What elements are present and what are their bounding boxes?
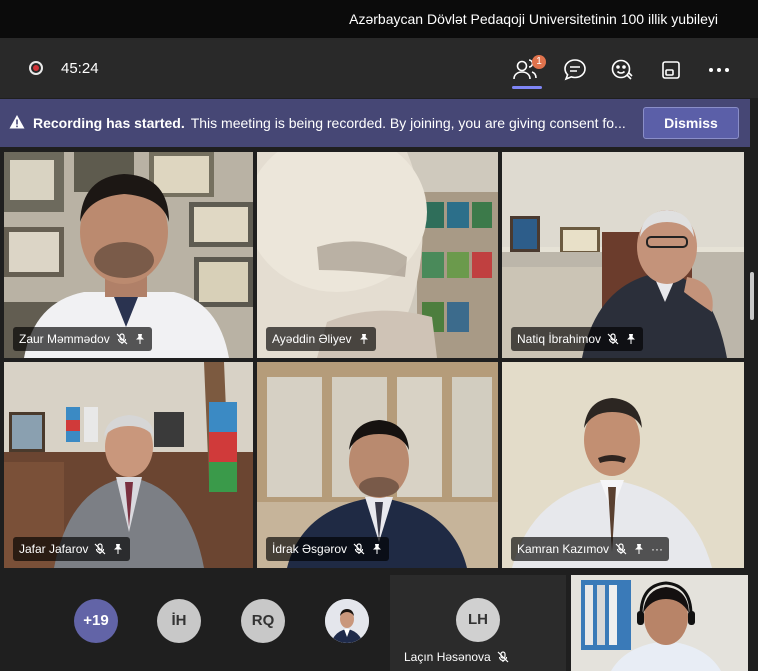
- participants-badge: 1: [532, 55, 546, 69]
- video-tile-kamran[interactable]: Kamran Kazımov ···: [502, 362, 744, 568]
- pin-icon: [635, 544, 644, 554]
- participant-avatar[interactable]: İH: [157, 599, 201, 643]
- reactions-icon[interactable]: [608, 56, 636, 84]
- recording-banner: Recording has started. This meeting is be…: [0, 99, 750, 147]
- participant-name: Ayəddin Əliyev: [272, 332, 352, 346]
- video-tile-jafar[interactable]: Jafar Jafarov: [4, 362, 253, 568]
- banner-text: This meeting is being recorded. By joini…: [190, 115, 626, 131]
- meeting-timer: 45:24: [61, 60, 99, 77]
- video-tile-ayeddin[interactable]: Ayəddin Əliyev: [257, 152, 498, 358]
- video-tile-zaur[interactable]: Zaur Məmmədov: [4, 152, 253, 358]
- avatar-photo-image: [325, 599, 369, 643]
- title-bar: Azərbaycan Dövlət Pedaqoji Universitetin…: [0, 0, 758, 38]
- participant-nametag: Jafar Jafarov: [13, 537, 131, 561]
- mic-off-icon: [116, 333, 128, 345]
- participant-nametag: Kamran Kazımov ···: [511, 537, 670, 561]
- participant-nametag: Natiq İbrahimov: [511, 327, 644, 351]
- mic-off-icon: [353, 543, 365, 555]
- participant-name: İdrak Əsgərov: [272, 542, 348, 556]
- pin-icon: [114, 544, 123, 554]
- pin-icon: [373, 544, 382, 554]
- participant-photo-avatar[interactable]: [325, 599, 369, 643]
- participant-name: Natiq İbrahimov: [517, 332, 602, 346]
- participant-avatar[interactable]: RQ: [241, 599, 285, 643]
- participant-name: Jafar Jafarov: [19, 542, 89, 556]
- meeting-title: Azərbaycan Dövlət Pedaqoji Universitetin…: [349, 11, 718, 27]
- pin-icon: [627, 334, 636, 344]
- self-view-video[interactable]: [571, 575, 748, 671]
- banner-title: Recording has started.: [33, 115, 185, 131]
- scrollbar-thumb[interactable]: [750, 272, 754, 320]
- banner-message: Recording has started. This meeting is be…: [33, 115, 626, 131]
- video-feed-image: [571, 575, 748, 671]
- share-tray-icon[interactable]: [657, 56, 685, 84]
- pin-icon: [135, 334, 144, 344]
- recording-indicator-icon: [29, 61, 43, 75]
- overflow-participants-button[interactable]: +19: [74, 599, 118, 643]
- participant-name: Zaur Məmmədov: [19, 332, 110, 346]
- featured-audio-tile[interactable]: LH Laçın Həsənova: [390, 575, 566, 671]
- warning-icon: [9, 114, 25, 135]
- participant-nametag: İdrak Əsgərov: [266, 537, 390, 561]
- participant-name: Laçın Həsənova: [404, 650, 491, 664]
- participant-nametag: Ayəddin Əliyev: [266, 327, 376, 351]
- meeting-toolbar: [0, 38, 758, 98]
- mic-off-icon: [94, 543, 106, 555]
- mic-off-icon: [607, 333, 619, 345]
- chat-icon[interactable]: [561, 56, 589, 84]
- participant-more-button[interactable]: ···: [651, 542, 663, 556]
- mic-off-icon: [497, 651, 509, 663]
- participant-nametag: Zaur Məmmədov: [13, 327, 152, 351]
- active-tab-indicator: [512, 86, 542, 89]
- dismiss-button[interactable]: Dismiss: [643, 107, 739, 139]
- pin-icon: [359, 334, 368, 344]
- more-options-icon[interactable]: [705, 56, 733, 84]
- mic-off-icon: [615, 543, 627, 555]
- participant-avatar: LH: [456, 598, 500, 642]
- video-tile-idrak[interactable]: İdrak Əsgərov: [257, 362, 498, 568]
- participant-name: Kamran Kazımov: [517, 542, 610, 556]
- video-tile-natiq[interactable]: Natiq İbrahimov: [502, 152, 744, 358]
- participant-nametag: Laçın Həsənova: [404, 650, 509, 664]
